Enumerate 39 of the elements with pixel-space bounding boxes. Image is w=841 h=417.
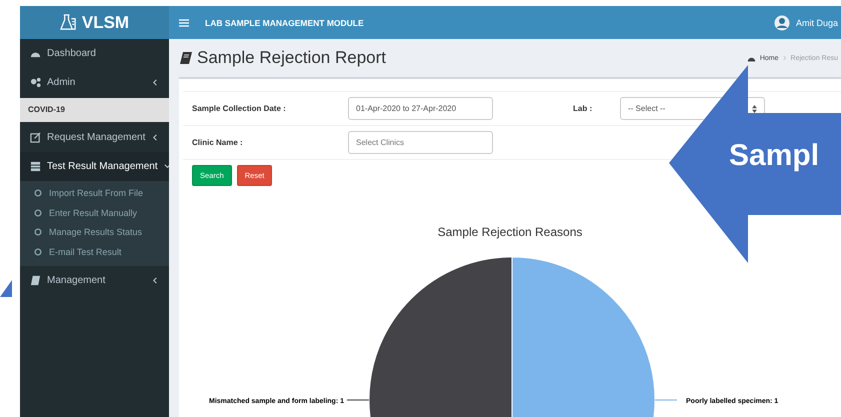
- circle-icon: [34, 208, 42, 217]
- submenu-item[interactable]: Enter Result Manually: [20, 202, 169, 222]
- field-label: Sample Collection Date :: [192, 104, 287, 113]
- date-range-field[interactable]: 01-Apr-2020 to 27-Apr-2020: [348, 97, 493, 120]
- sidebar-item[interactable]: Request Management: [20, 123, 169, 152]
- flask-icon: [60, 14, 77, 31]
- clinic-field[interactable]: Select Clinics: [348, 131, 493, 154]
- book-icon: [30, 274, 41, 286]
- circle-icon: [34, 188, 42, 197]
- list-icon: [30, 161, 41, 172]
- caret-icon: [152, 134, 159, 141]
- sidebar-item[interactable]: Test Result Management: [20, 152, 169, 181]
- sidebar-item[interactable]: Admin: [20, 68, 169, 97]
- arrow-icon: [0, 280, 12, 297]
- caret-icon: [152, 276, 159, 284]
- sidebar-item[interactable]: Dashboard: [20, 39, 169, 68]
- caret-icon: [152, 79, 159, 86]
- circle-icon: [34, 228, 42, 236]
- book-icon: [179, 51, 193, 65]
- field-label: Lab :: [573, 104, 594, 113]
- logo[interactable]: VLSM: [20, 6, 169, 39]
- chart-title: Sample Rejection Reasons: [436, 225, 584, 239]
- gears-icon: [30, 77, 41, 88]
- page-title: Sample Rejection Report: [197, 48, 386, 68]
- updown-icon: [752, 104, 757, 112]
- sidebar-item[interactable]: Management: [20, 266, 169, 295]
- submenu-item[interactable]: E-mail Test Result: [20, 242, 169, 262]
- field-label: Clinic Name :: [192, 138, 244, 147]
- chevron-icon: [782, 55, 787, 61]
- user-name[interactable]: Amit Duga: [796, 18, 838, 28]
- menu-icon[interactable]: [179, 18, 189, 26]
- circle-icon: [34, 248, 42, 256]
- module-title: LAB SAMPLE MANAGEMENT MODULE: [205, 18, 364, 28]
- edit-icon: [30, 132, 41, 143]
- submenu-item[interactable]: Manage Results Status: [20, 222, 169, 242]
- callout-text: Sampl: [729, 139, 820, 173]
- submenu-item[interactable]: Import Result From File: [20, 183, 169, 203]
- section-header: COVID-19: [20, 98, 169, 122]
- user-avatar-icon[interactable]: [774, 14, 790, 30]
